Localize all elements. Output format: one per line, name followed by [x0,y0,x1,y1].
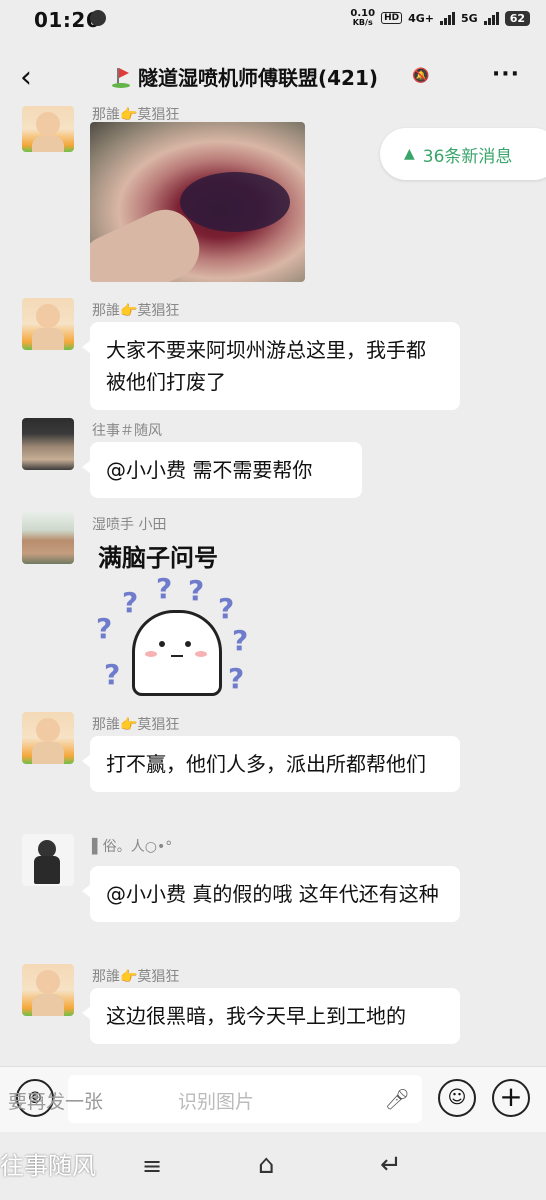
sticker-message[interactable]: 满脑子问号 ? ? ? ? ? ? ? ? [92,534,262,702]
sender-name: 那誰👉莫猖狂 [92,107,180,123]
sticker-caption: 满脑子问号 [98,544,218,572]
home-icon[interactable]: ⌂ [258,1150,275,1180]
signal-icon [440,11,455,25]
avatar[interactable] [22,512,74,564]
double-chevron-up-icon: ▲ [404,146,415,162]
new-messages-label: 36条新消息 [422,146,513,167]
system-nav-bar: 往事随风 ≡ ⌂ ↵ [0,1132,546,1200]
avatar[interactable] [22,712,74,764]
signal-icon [483,11,499,25]
golf-flag-icon [112,66,134,88]
plus-icon[interactable]: + [492,1079,530,1117]
battery-icon: 62 [504,10,530,26]
sender-name: ▌俗。人○•° [92,839,173,855]
back-nav-icon[interactable]: ↵ [380,1150,402,1180]
status-bar: 01:26 0.10 KB/s HD 4G+ 5G 62 [0,0,546,40]
message-bubble[interactable]: 大家不要来阿坝州游总这里，我手都被他们打废了 [82,322,460,410]
question-mark-icon: ? [122,586,139,619]
new-messages-button[interactable]: ▲ 36条新消息 [380,128,546,180]
question-mark-icon: ? [228,662,245,695]
question-mark-icon: ? [96,612,113,645]
question-mark-icon: ? [104,658,121,691]
photo-message[interactable] [90,122,305,282]
message-bubble[interactable]: @小小费 真的假的哦 这年代还有这种 [82,866,460,922]
avatar[interactable] [22,964,74,1016]
status-icons: 0.10 KB/s HD 4G+ 5G 62 [350,9,530,27]
question-mark-icon: ? [156,572,173,605]
sender-name: 那誰👉莫猖狂 [92,717,180,733]
chat-title: 隧道湿喷机师傅联盟(421) [112,62,378,91]
input-placeholder: 要再发一张 [8,1091,104,1113]
sender-name: 往事＃随风 [92,423,162,439]
sender-name: 湿喷手 小田 [92,517,167,533]
mute-bell-icon: 🔕 [412,68,430,84]
question-mark-icon: ? [232,624,249,657]
message-bubble[interactable]: 这边很黑暗，我今天早上到工地的 [82,988,460,1044]
sender-name: 那誰👉莫猖狂 [92,969,180,985]
avatar[interactable] [22,106,74,152]
bear-illustration [132,610,222,696]
watermark: 往事随风 [0,1152,96,1180]
network-speed: 0.10 KB/s [350,8,376,28]
menu-icon[interactable]: ≡ [142,1152,162,1180]
avatar[interactable] [22,834,74,886]
sender-name: 那誰👉莫猖狂 [92,303,180,319]
chat-header: ‹ 隧道湿喷机师傅联盟(421) 🔕 ··· [0,48,546,104]
message-bubble[interactable]: 打不赢，他们人多，派出所都帮他们 [82,736,460,792]
message-input[interactable]: 要再发一张 识别图片 🎤︎ [8,1075,422,1123]
microphone-icon[interactable]: 🎤︎ [385,1087,410,1111]
emoji-icon[interactable]: ☺ [438,1079,476,1117]
question-mark-icon: ? [188,574,205,607]
more-dots-icon[interactable]: ··· [492,62,520,87]
sim2-label: 5G [461,11,478,25]
question-mark-icon: ? [218,592,235,625]
group-name: 隧道湿喷机师傅联盟(421) [138,66,379,90]
sim1-label: 4G+ [408,11,434,25]
avatar[interactable] [22,298,74,350]
avatar[interactable] [22,418,74,470]
hd-icon: HD [381,12,403,24]
input-bar: ⦾ 要再发一张 识别图片 🎤︎ ☺ + [0,1066,546,1133]
back-arrow-icon[interactable]: ‹ [20,60,32,95]
recognize-image-hint: 识别图片 [178,1091,255,1113]
message-bubble[interactable]: @小小费 需不需要帮你 [82,442,362,498]
wechat-notification-icon [90,10,106,26]
